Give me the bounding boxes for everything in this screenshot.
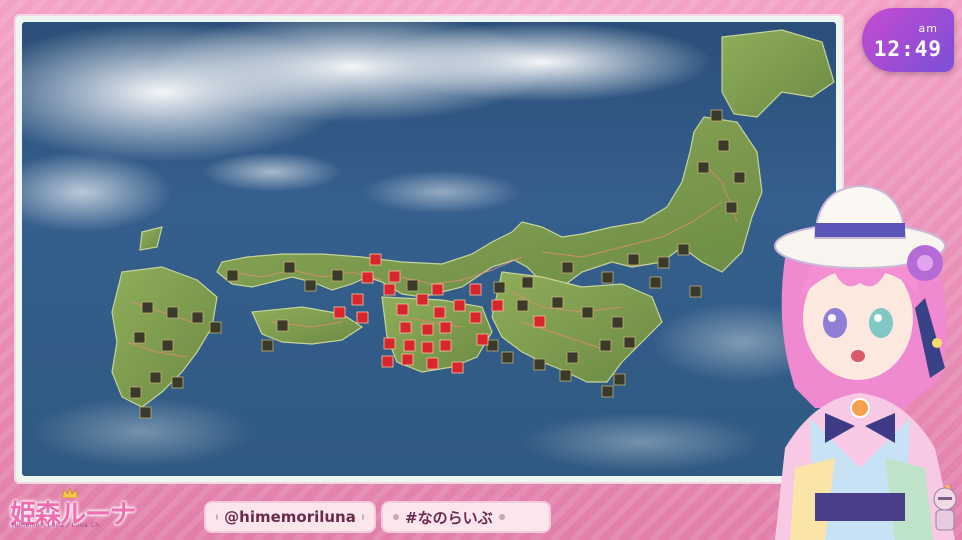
tag-dot-left — [216, 514, 219, 520]
clock-time: 12:49 — [873, 37, 942, 61]
channel-logo: 姫森ルーナ Himemori Luna / Luna Ch. — [6, 488, 156, 536]
japan-strategy-map[interactable] — [22, 22, 836, 476]
tag-dot-right — [361, 514, 364, 520]
social-handle-tag[interactable]: @himemoriluna — [204, 501, 376, 533]
hashtag: #なのらいぶ — [405, 508, 493, 527]
hashtag-tag[interactable]: #なのらいぶ — [381, 501, 551, 533]
clock-ampm: am — [918, 22, 938, 35]
tag-dot-right — [498, 514, 505, 520]
logo-subtitle: Himemori Luna / Luna Ch. — [12, 522, 102, 529]
knight-icon — [933, 485, 957, 531]
map-canvas — [22, 22, 835, 472]
clock-widget: am 12:49 — [862, 8, 954, 72]
game-frame — [14, 14, 844, 484]
tag-dot-left — [393, 514, 399, 520]
social-handle: @himemoriluna — [224, 508, 356, 526]
